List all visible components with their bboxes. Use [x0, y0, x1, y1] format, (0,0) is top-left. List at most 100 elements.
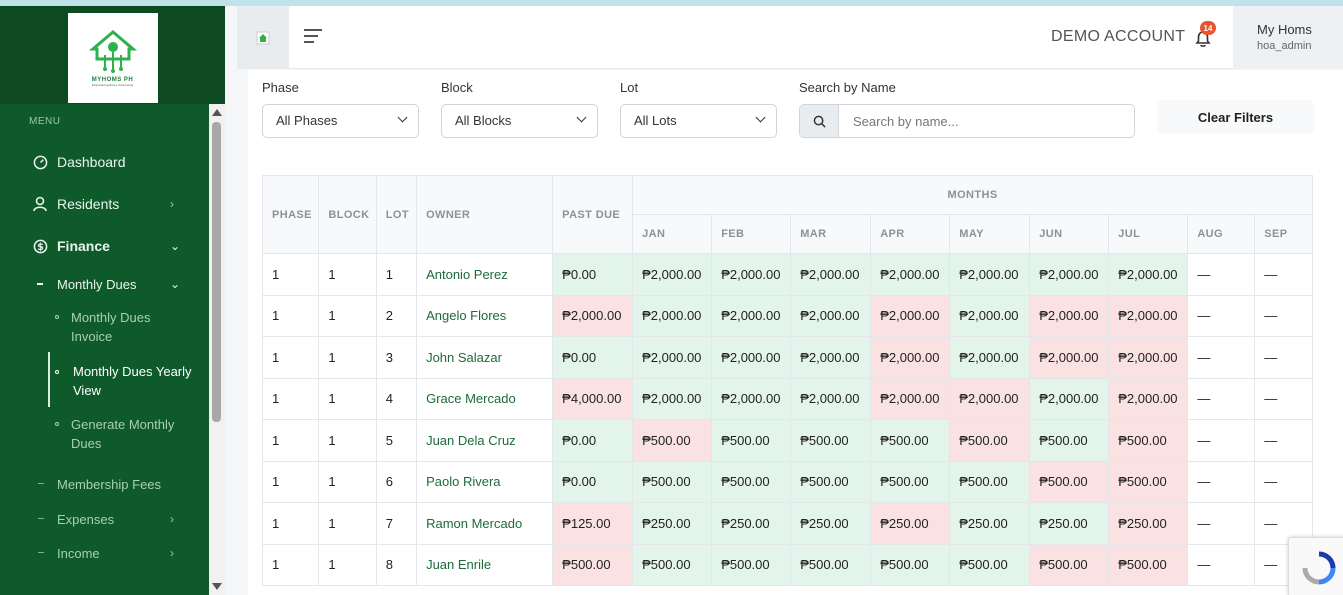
col-header-month[interactable]: JUL	[1108, 214, 1189, 254]
cell-month-amount: ₱2,000.00	[711, 336, 792, 379]
col-header-month[interactable]: FEB	[711, 214, 792, 254]
cell-owner[interactable]: Juan Enrile	[416, 543, 554, 586]
phase-select[interactable]: All Phases	[262, 104, 419, 138]
cell-month-amount: ₱500.00	[1108, 543, 1189, 586]
sidebar-item-finance[interactable]: $ Finance ⌄	[0, 236, 209, 256]
recaptcha-badge[interactable]	[1288, 537, 1343, 595]
cell-month-amount: ₱2,000.00	[790, 377, 872, 420]
col-header-lot[interactable]: LOT	[375, 175, 418, 254]
col-header-month[interactable]: SEP	[1254, 214, 1313, 254]
cell-month-amount: ₱250.00	[870, 502, 951, 545]
cell-month-amount: ₱2,000.00	[1108, 377, 1189, 420]
sidebar-item-label: Expenses	[57, 511, 115, 527]
cell-month-amount: ₱500.00	[711, 543, 792, 586]
table-row[interactable]: 1 1 3 John Salazar ₱0.00 ₱2,000.00 ₱2,000.00 ₱2…	[262, 336, 1313, 379]
col-header-past-due[interactable]: PAST DUE	[552, 175, 634, 254]
cell-lot: 2	[375, 294, 418, 337]
col-header-month[interactable]: AUG	[1187, 214, 1256, 254]
app-logo[interactable]: MYHOMS PH Empowering Every Community	[67, 13, 158, 103]
cell-block: 1	[318, 294, 377, 337]
lot-select[interactable]: All Lots	[620, 104, 777, 138]
sidebar-item-income[interactable]: Income ›	[0, 543, 209, 563]
cell-month-amount: —	[1187, 336, 1256, 379]
cell-owner[interactable]: Ramon Mercado	[416, 502, 554, 545]
sidebar-subitem-invoice[interactable]: Monthly Dues Invoice	[71, 308, 191, 346]
cell-month-amount: ₱2,000.00	[1029, 336, 1110, 379]
cell-month-amount: —	[1254, 253, 1313, 296]
cell-lot: 8	[375, 543, 418, 586]
col-header-owner[interactable]: OWNER	[416, 175, 554, 254]
cell-month-amount: —	[1187, 294, 1256, 337]
cell-month-amount: ₱2,000.00	[1108, 336, 1189, 379]
sidebar-subitem-generate[interactable]: Generate Monthly Dues	[71, 415, 191, 453]
cell-block: 1	[318, 377, 377, 420]
table-row[interactable]: 1 1 2 Angelo Flores ₱2,000.00 ₱2,000.00 ₱2,000…	[262, 294, 1313, 337]
col-header-month[interactable]: MAY	[949, 214, 1031, 254]
scroll-thumb[interactable]	[212, 122, 221, 422]
cell-month-amount: —	[1187, 543, 1256, 586]
cell-phase: 1	[262, 460, 320, 503]
dues-table: PHASE BLOCK LOT OWNER PAST DUE MONTHS JA…	[262, 175, 1313, 586]
cell-month-amount: ₱500.00	[711, 419, 792, 462]
chevron-right-icon: ›	[170, 546, 174, 560]
cell-owner[interactable]: Antonio Perez	[416, 253, 554, 296]
circle-icon	[55, 315, 59, 319]
cell-month-amount: ₱500.00	[870, 460, 951, 503]
cell-month-amount: ₱2,000.00	[711, 253, 792, 296]
col-header-block[interactable]: BLOCK	[318, 175, 377, 254]
cell-month-amount: ₱250.00	[1029, 502, 1110, 545]
dues-table-wrapper[interactable]: PHASE BLOCK LOT OWNER PAST DUE MONTHS JA…	[262, 175, 1313, 595]
table-row[interactable]: 1 1 6 Paolo Rivera ₱0.00 ₱500.00 ₱500.00 ₱500.0…	[262, 460, 1313, 503]
cell-month-amount: ₱500.00	[949, 460, 1031, 503]
clear-filters-button[interactable]: Clear Filters	[1157, 100, 1314, 134]
table-row[interactable]: 1 1 4 Grace Mercado ₱4,000.00 ₱2,000.00 ₱2,000…	[262, 377, 1313, 420]
cell-owner[interactable]: Grace Mercado	[416, 377, 554, 420]
cell-month-amount: ₱250.00	[1108, 502, 1189, 545]
cell-lot: 7	[375, 502, 418, 545]
cell-month-amount: ₱2,000.00	[949, 377, 1031, 420]
col-header-month[interactable]: JAN	[632, 214, 713, 254]
header-logo[interactable]	[237, 6, 289, 69]
lot-filter-label: Lot	[620, 80, 639, 95]
cell-month-amount: ₱500.00	[790, 543, 872, 586]
cell-owner[interactable]: Angelo Flores	[416, 294, 554, 337]
sidebar-item-residents[interactable]: Residents ›	[0, 194, 209, 214]
menu-section-label: MENU	[29, 116, 61, 127]
table-row[interactable]: 1 1 1 Antonio Perez ₱0.00 ₱2,000.00 ₱2,000.00 ₱…	[262, 253, 1313, 296]
col-header-month[interactable]: MAR	[790, 214, 872, 254]
col-header-month[interactable]: APR	[870, 214, 951, 254]
sidebar-item-expenses[interactable]: Expenses ›	[0, 509, 209, 529]
cell-owner[interactable]: Juan Dela Cruz	[416, 419, 554, 462]
col-header-month[interactable]: JUN	[1029, 214, 1110, 254]
sidebar-item-label: Finance	[57, 238, 110, 254]
chevron-down-icon	[755, 112, 766, 123]
cell-owner[interactable]: Paolo Rivera	[416, 460, 554, 503]
search-input[interactable]	[840, 105, 1134, 137]
dues-table-body: 1 1 1 Antonio Perez ₱0.00 ₱2,000.00 ₱2,000.00 ₱…	[262, 253, 1313, 586]
col-header-phase[interactable]: PHASE	[262, 175, 320, 254]
sidebar-scrollbar[interactable]	[209, 104, 225, 595]
user-menu[interactable]: My Homs hoa_admin	[1233, 6, 1343, 69]
cell-month-amount: ₱2,000.00	[790, 294, 872, 337]
sidebar-item-membership-fees[interactable]: Membership Fees	[0, 474, 209, 494]
table-row[interactable]: 1 1 7 Ramon Mercado ₱125.00 ₱250.00 ₱250.00 ₱25…	[262, 502, 1313, 545]
menu-toggle-icon[interactable]	[304, 29, 322, 47]
mini-logo-icon	[256, 31, 270, 44]
cell-month-amount: ₱2,000.00	[632, 253, 713, 296]
table-row[interactable]: 1 1 8 Juan Enrile ₱500.00 ₱500.00 ₱500.00 ₱500.…	[262, 543, 1313, 586]
cell-owner[interactable]: John Salazar	[416, 336, 554, 379]
sidebar-item-monthly-dues[interactable]: Monthly Dues ⌄	[0, 274, 209, 294]
scroll-up-arrow-icon[interactable]	[212, 109, 222, 116]
main-content: Phase All Phases Block All Blocks Lot Al…	[248, 70, 1343, 595]
block-filter-label: Block	[441, 80, 473, 95]
cell-month-amount: ₱2,000.00	[1108, 253, 1189, 296]
cell-month-amount: —	[1187, 502, 1256, 545]
chevron-down-icon: ⌄	[170, 239, 181, 253]
scroll-down-arrow-icon[interactable]	[212, 583, 222, 590]
sidebar-item-dashboard[interactable]: Dashboard	[0, 152, 209, 172]
recaptcha-icon	[1302, 551, 1336, 585]
cell-block: 1	[318, 419, 377, 462]
sidebar-subitem-yearly-view[interactable]: Monthly Dues Yearly View	[73, 362, 193, 400]
table-row[interactable]: 1 1 5 Juan Dela Cruz ₱0.00 ₱500.00 ₱500.00 ₱500…	[262, 419, 1313, 462]
block-select[interactable]: All Blocks	[441, 104, 598, 138]
